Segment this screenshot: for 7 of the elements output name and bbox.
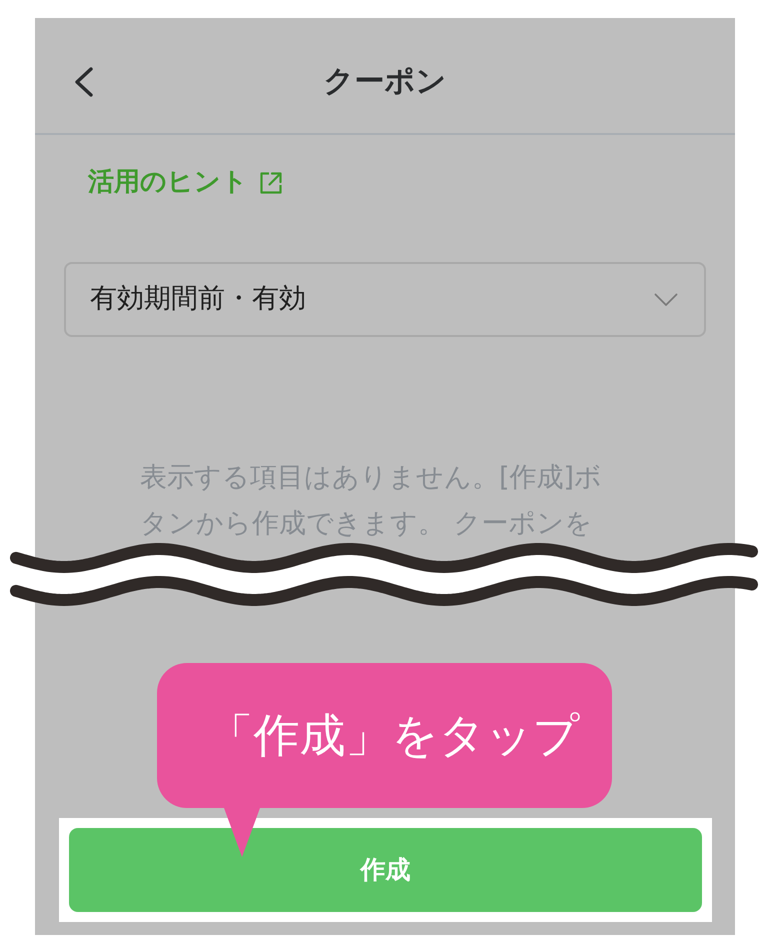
hint-link[interactable]: 活用のヒント (88, 167, 284, 198)
chevron-down-icon (654, 292, 678, 307)
page-title: クーポン (324, 64, 446, 100)
callout-text: 「作成」をタップ (208, 710, 580, 761)
external-link-icon (258, 170, 284, 196)
create-button[interactable]: 作成 (69, 828, 702, 912)
filter-dropdown[interactable]: 有効期間前・有効 (64, 262, 706, 338)
